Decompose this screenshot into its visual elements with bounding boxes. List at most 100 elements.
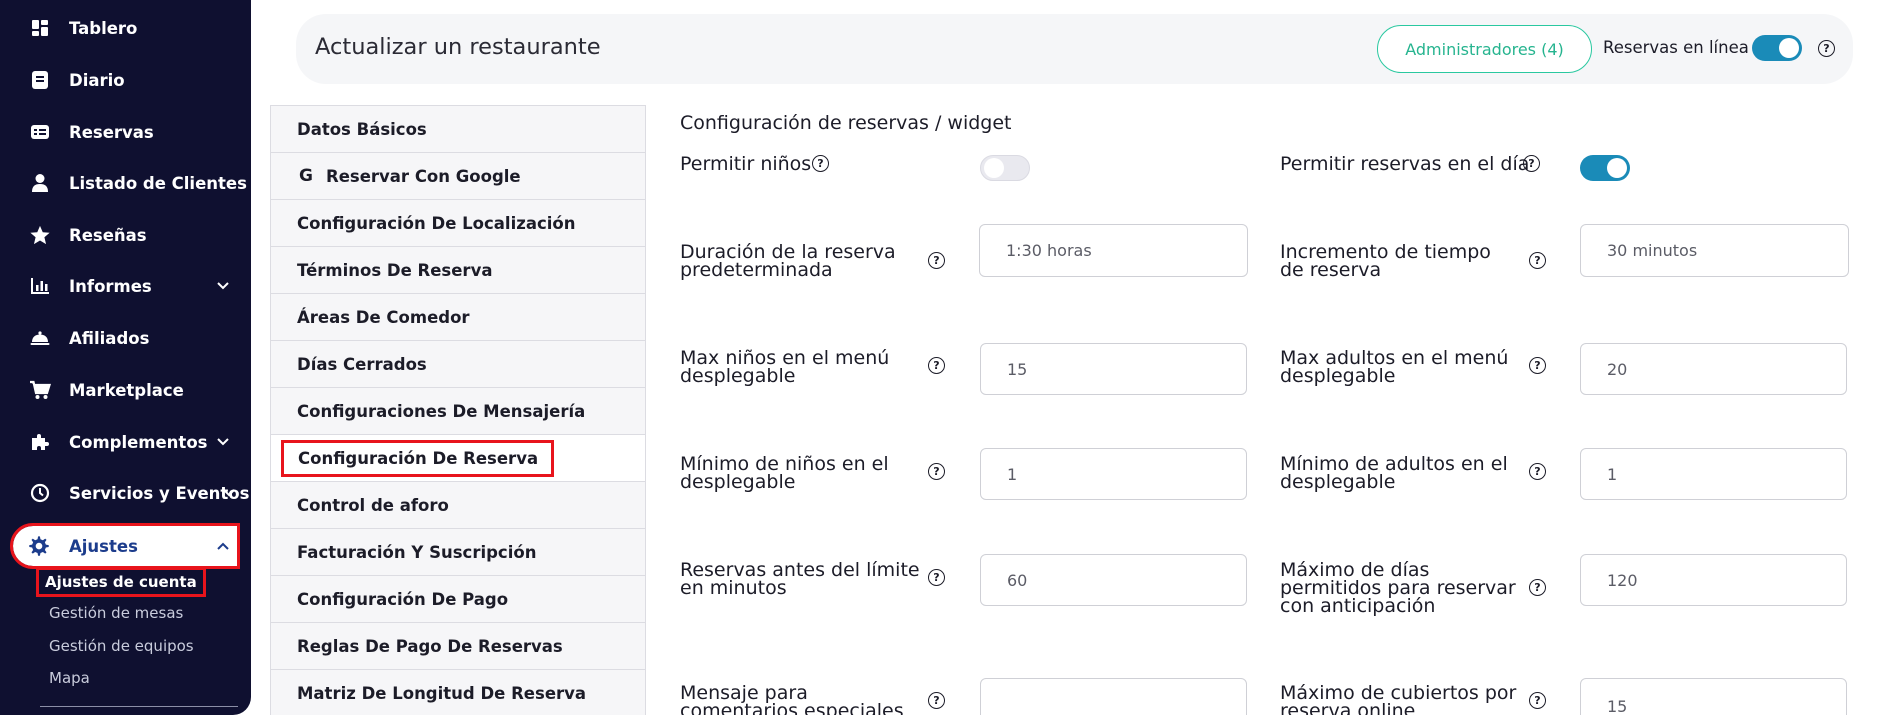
help-icon[interactable]: ? <box>1818 40 1835 57</box>
allow-children-label: Permitir niños <box>680 153 812 175</box>
help-icon[interactable]: ? <box>1529 692 1546 709</box>
settings-menu-label: Datos Básicos <box>297 119 427 139</box>
sidebar-item-listado-clientes[interactable]: Listado de Clientes <box>0 163 251 203</box>
increment-input[interactable]: 30 minutos <box>1580 224 1849 277</box>
settings-menu-configuracion-pago[interactable]: Configuración De Pago <box>271 576 645 623</box>
allow-same-day-label: Permitir reservas en el día <box>1280 153 1530 175</box>
help-icon[interactable]: ? <box>1529 357 1546 374</box>
sidebar-item-diario[interactable]: Diario <box>0 60 251 100</box>
sidebar-item-label: Informes <box>69 276 152 296</box>
before-limit-input[interactable]: 60 <box>980 554 1247 606</box>
chevron-down-icon <box>222 486 236 500</box>
settings-menu-control-aforo[interactable]: Control de aforo <box>271 482 645 529</box>
duration-label: Duración de la reserva predeterminada <box>680 241 896 281</box>
settings-menu-label: Términos De Reserva <box>297 260 493 280</box>
sidebar-item-complementos[interactable]: Complementos <box>0 422 251 462</box>
sidebar-item-informes[interactable]: Informes <box>0 266 251 306</box>
settings-menu-reservar-google[interactable]: G Reservar Con Google <box>271 153 645 200</box>
settings-menu-label: Matriz De Longitud De Reserva <box>297 683 587 703</box>
settings-menu-label: Configuración De Pago <box>297 589 509 609</box>
sidebar-item-servicios-eventos[interactable]: Servicios y Eventos <box>0 473 251 513</box>
settings-menu-label: Control de aforo <box>297 495 449 515</box>
sidebar-item-afiliados[interactable]: Afiliados <box>0 318 251 358</box>
help-icon[interactable]: ? <box>1523 155 1540 172</box>
max-days-label: Máximo de días permitidos para reservar … <box>1280 559 1516 617</box>
settings-menu-label: Reservar Con Google <box>326 166 521 186</box>
help-icon[interactable]: ? <box>928 692 945 709</box>
allow-same-day-toggle[interactable] <box>1580 155 1630 181</box>
help-icon[interactable]: ? <box>1529 579 1546 596</box>
help-icon[interactable]: ? <box>928 569 945 586</box>
toggle-knob <box>1779 38 1799 58</box>
sidebar-item-resenas[interactable]: Reseñas <box>0 215 251 255</box>
submenu-item-gestion-mesas[interactable]: Gestión de mesas <box>49 604 183 622</box>
settings-menu-mensajeria[interactable]: Configuraciones De Mensajería <box>271 388 645 435</box>
cloche-icon <box>28 326 52 350</box>
ticket-icon <box>28 120 52 144</box>
duration-input[interactable]: 1:30 horas <box>979 224 1248 277</box>
settings-menu-dias-cerrados[interactable]: Días Cerrados <box>271 341 645 388</box>
special-comments-label: Mensaje para comentarios especiales <box>680 682 904 715</box>
sidebar-item-marketplace[interactable]: Marketplace <box>0 370 251 410</box>
help-icon[interactable]: ? <box>928 252 945 269</box>
submenu-item-mapa[interactable]: Mapa <box>49 669 90 687</box>
max-days-input[interactable]: 120 <box>1580 554 1847 606</box>
google-icon: G <box>299 166 313 186</box>
help-icon[interactable]: ? <box>928 463 945 480</box>
sidebar-item-label: Diario <box>69 70 125 90</box>
settings-menu-label: Configuraciones De Mensajería <box>297 401 586 421</box>
user-icon <box>28 171 52 195</box>
max-children-input[interactable]: 15 <box>980 343 1247 395</box>
sidebar-item-reservas[interactable]: Reservas <box>0 112 251 152</box>
puzzle-icon <box>28 430 52 454</box>
settings-menu-label: Facturación Y Suscripción <box>297 542 537 562</box>
settings-menu: Datos Básicos G Reservar Con Google Conf… <box>270 105 646 715</box>
sidebar-item-label: Complementos <box>69 432 208 452</box>
administrators-button[interactable]: Administradores (4) <box>1377 25 1592 73</box>
sidebar-divider <box>40 706 238 707</box>
sidebar: Tablero Diario Reservas Listado de Clien… <box>0 0 251 715</box>
special-comments-input[interactable] <box>980 678 1247 715</box>
book-icon <box>28 68 52 92</box>
settings-menu-label: Días Cerrados <box>297 354 427 374</box>
page-title: Actualizar un restaurante <box>315 34 601 60</box>
sidebar-item-ajustes[interactable]: Ajustes <box>10 523 240 569</box>
max-adults-input[interactable]: 20 <box>1580 343 1847 395</box>
help-icon[interactable]: ? <box>1529 463 1546 480</box>
settings-menu-datos-basicos[interactable]: Datos Básicos <box>271 106 645 153</box>
min-adults-label: Mínimo de adultos en el desplegable <box>1280 453 1508 493</box>
sidebar-item-tablero[interactable]: Tablero <box>0 8 251 48</box>
min-adults-input[interactable]: 1 <box>1580 448 1847 500</box>
help-icon[interactable]: ? <box>928 357 945 374</box>
max-children-label: Max niños en el menú desplegable <box>680 347 890 387</box>
settings-menu-label: Configuración De Reserva <box>280 439 555 477</box>
submenu-item-gestion-equipos[interactable]: Gestión de equipos <box>49 637 194 655</box>
section-title: Configuración de reservas / widget <box>680 112 1012 134</box>
min-children-input[interactable]: 1 <box>980 448 1247 500</box>
sidebar-item-label: Reseñas <box>69 225 147 245</box>
online-reservations-toggle[interactable] <box>1752 35 1802 61</box>
submenu-item-ajustes-cuenta[interactable]: Ajustes de cuenta <box>36 567 206 597</box>
clock-icon <box>28 481 52 505</box>
chevron-down-icon <box>216 435 230 449</box>
dashboard-icon <box>28 16 52 40</box>
sidebar-item-label: Marketplace <box>69 380 184 400</box>
settings-menu-areas-comedor[interactable]: Áreas De Comedor <box>271 294 645 341</box>
settings-menu-label: Áreas De Comedor <box>297 307 470 327</box>
max-adults-label: Max adultos en el menú desplegable <box>1280 347 1509 387</box>
online-reservations-label: Reservas en línea <box>1603 38 1749 57</box>
max-covers-input[interactable]: 15 <box>1580 678 1847 715</box>
help-icon[interactable]: ? <box>812 155 829 172</box>
settings-menu-facturacion[interactable]: Facturación Y Suscripción <box>271 529 645 576</box>
settings-menu-reglas-pago[interactable]: Reglas De Pago De Reservas <box>271 623 645 670</box>
settings-menu-matriz-longitud[interactable]: Matriz De Longitud De Reserva <box>271 670 645 715</box>
settings-menu-configuracion-reserva[interactable]: Configuración De Reserva <box>271 435 645 482</box>
settings-menu-terminos[interactable]: Términos De Reserva <box>271 247 645 294</box>
allow-children-toggle[interactable] <box>980 155 1030 181</box>
chevron-up-icon <box>216 539 230 553</box>
sidebar-item-label: Afiliados <box>69 328 150 348</box>
settings-menu-localizacion[interactable]: Configuración De Localización <box>271 200 645 247</box>
increment-label: Incremento de tiempo de reserva <box>1280 241 1491 281</box>
star-icon <box>28 223 52 247</box>
help-icon[interactable]: ? <box>1529 252 1546 269</box>
